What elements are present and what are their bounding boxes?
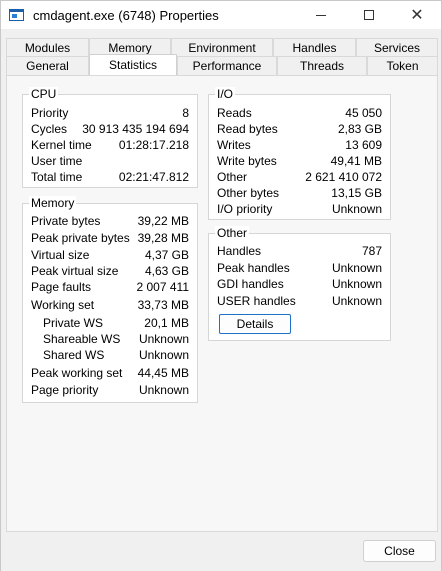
io-group: I/O Reads 45 050 Read bytes 2,83 GB Writes… [208,87,391,220]
stat-row: Private WS 20,1 MB [43,316,189,330]
stat-row: I/O priority Unknown [217,202,382,216]
stat-row: Write bytes 49,41 MB [217,154,382,168]
tab-statistics[interactable]: Statistics [89,54,177,75]
properties-window: cmdagent.exe (6748) Properties ✕ Modules… [0,0,442,571]
dialog-footer: Close [1,532,441,571]
tab-services[interactable]: Services [356,38,438,57]
title-bar[interactable]: cmdagent.exe (6748) Properties ✕ [1,1,441,29]
close-icon[interactable]: ✕ [393,1,441,29]
stat-row: Priority 8 [31,106,189,120]
stat-row: Page faults 2 007 411 [31,280,189,294]
stat-row: Peak virtual size 4,63 GB [31,264,189,278]
window-title: cmdagent.exe (6748) Properties [33,7,219,23]
window-controls: ✕ [297,1,441,29]
stat-row: Page priority Unknown [31,383,189,397]
stat-row: GDI handles Unknown [217,277,382,291]
memory-group-title: Memory [29,196,77,210]
stat-row: Peak handles Unknown [217,261,382,275]
close-button[interactable]: Close [363,540,436,562]
stat-row: Private bytes 39,22 MB [31,214,189,228]
tab-threads[interactable]: Threads [277,56,367,75]
tab-general[interactable]: General [6,56,89,75]
minimize-icon[interactable] [297,1,345,29]
tab-row-bottom: General Statistics Performance Threads T… [6,54,438,75]
details-button[interactable]: Details [219,314,291,334]
cpu-group-title: CPU [29,87,59,101]
io-group-title: I/O [215,87,236,101]
stat-row: USER handles Unknown [217,294,382,308]
stat-row: Peak private bytes 39,28 MB [31,231,189,245]
stat-row: Shared WS Unknown [43,348,189,362]
stat-row: Virtual size 4,37 GB [31,248,189,262]
tab-row-top: Modules Memory Environment Handles Servi… [6,38,438,57]
stat-row: Other bytes 13,15 GB [217,186,382,200]
stat-row: Shareable WS Unknown [43,332,189,346]
stat-row: User time [31,154,83,168]
other-group-title: Other [215,226,250,240]
tab-modules[interactable]: Modules [6,38,89,57]
tab-handles[interactable]: Handles [273,38,356,57]
stat-row: Handles 787 [217,244,382,258]
stat-row: Kernel time 01:28:17.218 [31,138,189,152]
stat-row: Peak working set 44,45 MB [31,366,189,380]
maximize-icon[interactable] [345,1,393,29]
statistics-panel: CPU Priority 8 Cycles 30 913 435 194 694 K… [6,75,438,532]
stat-row: Total time 02:21:47.812 [31,170,189,184]
cpu-group: CPU Priority 8 Cycles 30 913 435 194 694 K… [22,87,198,188]
stat-row: Writes 13 609 [217,138,382,152]
stat-row: Read bytes 2,83 GB [217,122,382,136]
stat-row: Other 2 621 410 072 [217,170,382,184]
stat-row: Reads 45 050 [217,106,382,120]
other-group: Other Handles 787 Peak handles Unknown GDI… [208,226,391,341]
stat-row: Cycles 30 913 435 194 694 [31,122,189,136]
tab-environment[interactable]: Environment [171,38,273,57]
tab-token[interactable]: Token [367,56,438,75]
memory-group: Memory Private bytes 39,22 MB Peak privat… [22,196,198,403]
window-app-icon [9,7,25,23]
stat-row: Working set 33,73 MB [31,298,189,312]
tab-performance[interactable]: Performance [177,56,277,75]
